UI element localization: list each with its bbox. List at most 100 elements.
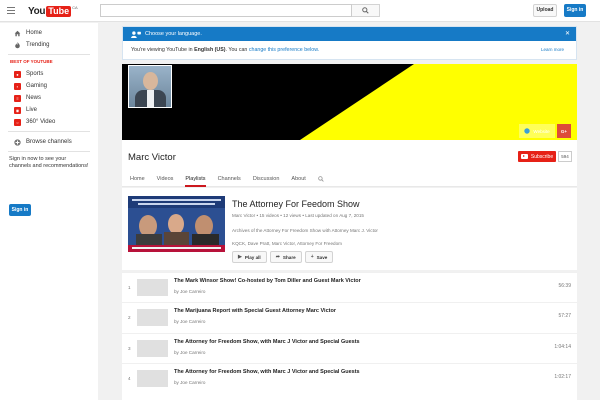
search-icon <box>362 7 369 14</box>
playlist-meta: Marc Victor • 15 videos • 12 views • Las… <box>232 213 364 218</box>
video-index: 3 <box>128 346 131 351</box>
close-icon[interactable]: ✕ <box>565 30 570 37</box>
share-icon: ➦ <box>275 254 280 260</box>
banner-links: Website G+ <box>519 124 571 138</box>
logo-you-text: You <box>28 5 46 17</box>
guide-divider <box>8 54 90 55</box>
video-thumbnail[interactable] <box>137 309 168 326</box>
tab-about[interactable]: About <box>291 170 305 187</box>
playlist-video-list: 1 The Mark Winsor Show! Co-hosted by Tom… <box>122 272 577 400</box>
language-icon <box>131 30 141 38</box>
language-notice-title: Choose your language. <box>145 31 202 37</box>
guide-item-news[interactable]: ≡ News <box>0 92 98 104</box>
globe-icon <box>524 128 531 134</box>
guide-item-live[interactable]: ◉ Live <box>0 104 98 116</box>
language-notice: Choose your language. ✕ You're viewing Y… <box>122 26 577 60</box>
website-link[interactable]: Website <box>519 124 555 138</box>
upload-button[interactable]: Upload <box>533 4 557 17</box>
video-thumbnail[interactable] <box>137 370 168 387</box>
home-icon <box>14 30 21 37</box>
guide-item-label: Home <box>26 30 43 36</box>
guide-item-label: Sports <box>26 71 44 77</box>
guide-divider <box>8 131 90 132</box>
subscribe-button[interactable]: Subscribe <box>518 151 556 162</box>
guide-menu-icon[interactable] <box>7 7 15 14</box>
video-duration: 56:39 <box>558 283 571 289</box>
playlist-views: 12 views <box>283 213 302 218</box>
google-plus-link[interactable]: G+ <box>557 124 571 138</box>
video-duration: 57:27 <box>558 313 571 319</box>
video-uploader: by Joe Carreiro <box>174 289 206 294</box>
gaming-icon: ▪ <box>14 82 21 90</box>
play-all-label: Play all <box>244 254 261 260</box>
change-language-link[interactable]: change this preference below. <box>249 47 319 53</box>
playlist-owner[interactable]: Marc Victor <box>232 213 255 218</box>
guide-sidebar: Home Trending BEST OF YOUTUBE ● Sports ▪… <box>0 23 98 400</box>
search-input[interactable] <box>100 4 352 17</box>
channel-search-button[interactable] <box>317 170 324 187</box>
guide-signin-button[interactable]: Sign in <box>9 204 31 216</box>
playlist-thumbnail[interactable] <box>128 196 225 252</box>
guide-item-gaming[interactable]: ▪ Gaming <box>0 80 98 92</box>
guide-section-title: BEST OF YOUTUBE <box>10 59 53 64</box>
video-duration: 1:02:17 <box>554 374 571 380</box>
subscriber-count: 594 <box>558 151 572 162</box>
playlist-description: Archives of the Attorney For Freedom Sho… <box>232 228 378 233</box>
guide-item-sports[interactable]: ● Sports <box>0 68 98 80</box>
playlist-header: The Attorney For Feedom Show Marc Victor… <box>122 188 577 270</box>
tab-channels[interactable]: Channels <box>218 170 241 187</box>
tab-discussion[interactable]: Discussion <box>253 170 280 187</box>
masthead-signin-button[interactable]: Sign in <box>564 4 586 17</box>
tab-videos[interactable]: Videos <box>157 170 174 187</box>
video-title[interactable]: The Mark Winsor Show! Co-hosted by Tom D… <box>174 278 361 284</box>
channel-name[interactable]: Marc Victor <box>128 152 176 163</box>
video-row[interactable]: 3 The Attorney for Freedom Show, with Ma… <box>122 333 577 363</box>
learn-more-link[interactable]: Learn more <box>541 47 564 52</box>
play-all-button[interactable]: ▶ Play all <box>232 251 267 263</box>
guide-item-trending[interactable]: Trending <box>0 39 98 51</box>
share-label: Share <box>282 254 296 260</box>
channel-avatar[interactable] <box>128 65 172 108</box>
current-language: English (US) <box>194 47 226 53</box>
video-uploader: by Joe Carreiro <box>174 380 206 385</box>
video-uploader: by Joe Carreiro <box>174 350 206 355</box>
video-title[interactable]: The Marijuana Report with Special Guest … <box>174 308 336 314</box>
video-row[interactable]: 2 The Marijuana Report with Special Gues… <box>122 302 577 332</box>
video-index: 2 <box>128 315 131 320</box>
video-title[interactable]: The Attorney for Freedom Show, with Marc… <box>174 369 360 375</box>
video-row[interactable]: 1 The Mark Winsor Show! Co-hosted by Tom… <box>122 272 577 302</box>
360-video-icon: ○ <box>14 118 21 126</box>
guide-item-browse-channels[interactable]: Browse channels <box>0 136 98 148</box>
youtube-logo[interactable]: You Tube CA <box>28 5 78 17</box>
share-button[interactable]: ➦ Share <box>269 251 302 263</box>
guide-item-label: Browse channels <box>26 139 72 145</box>
youtube-play-icon <box>520 154 528 159</box>
play-icon: ▶ <box>238 254 242 260</box>
search-button[interactable] <box>352 4 380 17</box>
video-row[interactable]: 4 The Attorney for Freedom Show, with Ma… <box>122 363 577 393</box>
live-icon: ◉ <box>14 106 21 114</box>
language-notice-text: You're viewing YouTube in <box>131 47 195 53</box>
language-notice-header: Choose your language. ✕ <box>123 27 576 41</box>
sports-icon: ● <box>14 70 21 78</box>
guide-item-360-video[interactable]: ○ 360° Video <box>0 116 98 128</box>
tab-playlists[interactable]: Playlists <box>185 170 206 187</box>
save-button[interactable]: + Save <box>304 251 334 263</box>
video-thumbnail[interactable] <box>137 279 168 296</box>
video-thumbnail[interactable] <box>137 340 168 357</box>
logo-tube-text: Tube <box>46 5 72 17</box>
flame-icon <box>14 41 21 49</box>
add-circle-icon <box>14 138 21 146</box>
video-duration: 1:04:14 <box>554 344 571 350</box>
video-title[interactable]: The Attorney for Freedom Show, with Marc… <box>174 339 360 345</box>
playlist-updated: Last updated on Aug 7, 2015 <box>305 213 364 218</box>
subscribe-label: Subscribe <box>530 153 554 160</box>
tab-home[interactable]: Home <box>130 170 145 187</box>
guide-item-home[interactable]: Home <box>0 27 98 39</box>
guide-signin-promo: Sign in now to see your channels and rec… <box>9 156 89 169</box>
save-label: Save <box>316 254 328 260</box>
channel-header: Marc Victor Subscribe 594 Home Videos Pl… <box>122 140 577 187</box>
playlist-video-count: 15 videos <box>259 213 279 218</box>
thumbnail-image <box>128 196 225 252</box>
guide-divider <box>8 151 90 152</box>
